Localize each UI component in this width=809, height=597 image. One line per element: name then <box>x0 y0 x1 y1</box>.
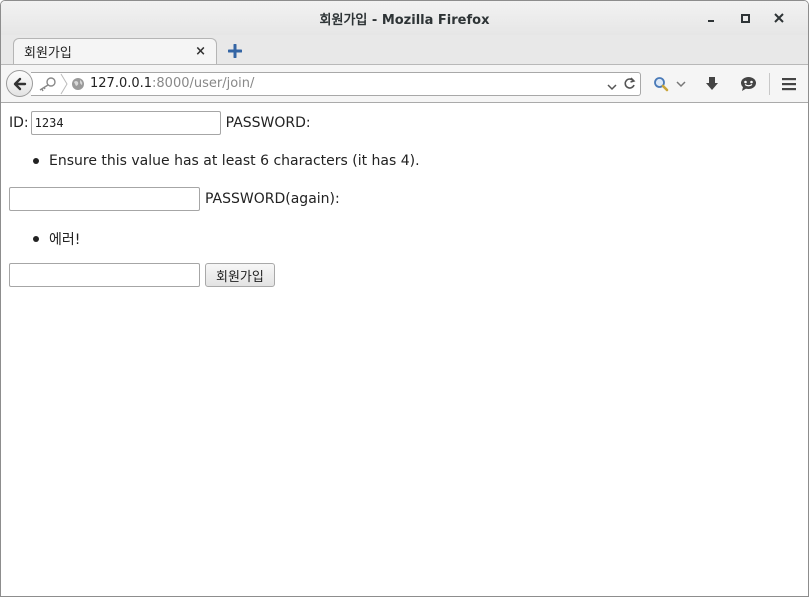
tab-label: 회원가입 <box>24 46 72 61</box>
password-again-label: PASSWORD(again): <box>205 191 340 207</box>
menu-button[interactable] <box>779 74 799 94</box>
search-icon <box>654 77 669 92</box>
minimize-icon <box>708 20 714 22</box>
globe-icon <box>72 78 84 90</box>
toolbar-separator <box>769 73 770 95</box>
plus-icon <box>228 44 242 58</box>
back-arrow-icon <box>13 77 26 90</box>
tab-strip: 회원가입 × <box>1 35 808 65</box>
window-title: 회원가입 - Mozilla Firefox <box>319 12 490 28</box>
password-again-input[interactable] <box>9 263 200 287</box>
id-label: ID: <box>9 115 29 131</box>
downloads-button[interactable] <box>702 74 722 94</box>
window-controls <box>694 1 796 35</box>
tab-join[interactable]: 회원가입 × <box>13 38 217 64</box>
reload-icon <box>624 77 636 89</box>
minimize-button[interactable] <box>694 1 728 35</box>
title-bar: 회원가입 - Mozilla Firefox <box>1 1 808 35</box>
password-again-error-list: 에러! <box>33 229 80 249</box>
id-input[interactable] <box>30 111 221 135</box>
password-again-row: 회원가입 <box>9 263 275 287</box>
chevron-down-icon <box>607 84 617 91</box>
url-path: :8000/user/join/ <box>152 76 255 91</box>
url-text[interactable]: 127.0.0.1:8000/user/join/ <box>90 76 254 91</box>
key-icon <box>39 77 56 92</box>
reload-button[interactable] <box>623 75 636 94</box>
maximize-icon <box>740 13 750 23</box>
password-again-error: 에러! <box>49 232 81 248</box>
url-history-dropdown[interactable] <box>607 76 617 95</box>
tab-close-button[interactable]: × <box>195 44 206 59</box>
chevron-separator-icon <box>60 73 68 95</box>
id-row: ID: PASSWORD: <box>9 111 311 135</box>
close-window-button[interactable] <box>762 1 796 35</box>
new-tab-button[interactable] <box>225 41 245 61</box>
chevron-down-icon <box>676 81 686 88</box>
bullet-icon <box>33 158 39 164</box>
close-icon <box>774 13 784 23</box>
join-submit-button[interactable]: 회원가입 <box>205 263 275 287</box>
bullet-icon <box>33 236 39 242</box>
navigation-toolbar: 127.0.0.1:8000/user/join/ <box>1 65 808 103</box>
search-dropdown[interactable] <box>673 74 689 94</box>
hamburger-menu-icon <box>782 78 796 91</box>
url-host: 127.0.0.1 <box>90 76 153 91</box>
password-input[interactable] <box>9 187 200 211</box>
search-button[interactable] <box>651 74 671 94</box>
browser-window: 회원가입 - Mozilla Firefox 회원가입 × 127.0.0.1:… <box>0 0 809 597</box>
download-icon <box>706 77 718 90</box>
site-identity[interactable] <box>36 73 85 95</box>
password-row: PASSWORD(again): <box>9 187 340 211</box>
password-label: PASSWORD: <box>225 115 311 131</box>
back-button[interactable] <box>6 70 33 97</box>
password-error: Ensure this value has at least 6 charact… <box>49 153 420 169</box>
maximize-button[interactable] <box>728 1 762 35</box>
chat-button[interactable] <box>738 74 758 94</box>
password-error-list: Ensure this value has at least 6 charact… <box>33 153 420 169</box>
chat-icon <box>740 77 756 91</box>
